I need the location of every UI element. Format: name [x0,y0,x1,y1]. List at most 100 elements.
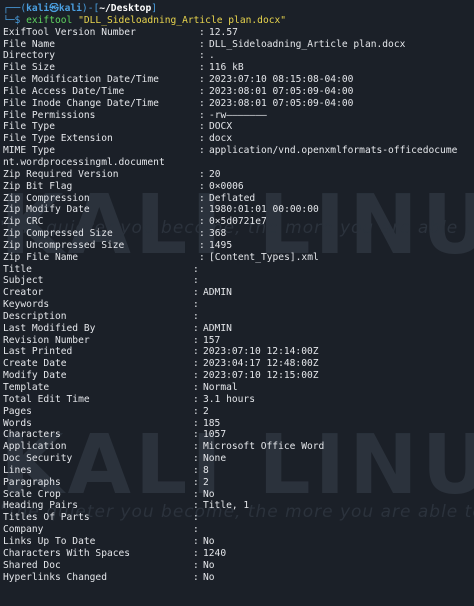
metadata-separator: : [199,97,205,109]
metadata-separator: : [193,571,199,583]
metadata-separator: : [193,559,199,571]
metadata-separator: : [199,38,205,50]
command-name: exiftool [26,14,73,26]
metadata-row: Pages:2 [3,406,474,418]
metadata-key: Pages [3,405,32,417]
metadata-row: Heading Pairs: Title, 1 [3,500,474,512]
metadata-row: Application: Microsoft Office Word [3,441,474,453]
metadata-separator: : [193,322,199,334]
metadata-key: Zip Compression [3,192,90,204]
metadata-key: MIME Type [3,145,55,157]
metadata-key: Characters [3,429,61,441]
metadata-value: 368 [209,228,227,240]
metadata-value: Microsoft Office Word [203,441,325,453]
metadata-separator: : [199,145,205,157]
metadata-row: Template: Normal [3,382,474,394]
metadata-row: Zip File Name: [Content_Types].xml [3,252,474,264]
metadata-row: Words:185 [3,418,474,430]
metadata-key: Company [3,524,44,536]
metadata-row: MIME Type: application/vnd.openxmlformats… [3,145,474,157]
metadata-separator: : [193,393,199,405]
metadata-value: None [203,453,227,465]
metadata-value [203,311,474,323]
terminal-output[interactable]: ┌──(kali㉿kali)-[~/Desktop] └─$ exiftool … [0,0,474,583]
metadata-value: . [209,50,215,62]
metadata-value: Deflated [209,192,256,204]
metadata-separator: : [193,370,199,382]
metadata-separator: : [199,133,205,145]
metadata-row: Last Printed:2023:07:10 12:14:00Z [3,346,474,358]
metadata-separator: : [193,453,199,465]
metadata-row: Shared Doc: No [3,560,474,572]
metadata-row: File Type: DOCX [3,121,474,133]
metadata-key: Hyperlinks Changed [3,571,107,583]
metadata-separator: : [193,547,199,559]
metadata-value: 2023:08:01 07:05:09-04:00 [209,97,354,109]
metadata-separator: : [199,180,205,192]
metadata-value [203,524,474,536]
metadata-separator: : [193,346,199,358]
metadata-row: File Type Extension: docx [3,133,474,145]
metadata-value: 20 [209,168,221,180]
metadata-key: Doc Security [3,453,73,465]
metadata-key: Subject [3,275,44,287]
metadata-separator: : [193,441,199,453]
metadata-row: Links Up To Date: No [3,536,474,548]
metadata-value [203,264,474,276]
metadata-value: DLL_Sideloadning_Article plan.docx [209,38,406,50]
metadata-value: 157 [203,334,221,346]
metadata-value [203,299,474,311]
metadata-key: File Permissions [3,109,96,121]
metadata-separator: : [193,464,199,476]
metadata-key: Revision Number [3,334,90,346]
metadata-key: Zip Uncompressed Size [3,239,125,251]
command-line: └─$ exiftool "DLL_Sideloadning_Article p… [3,14,287,26]
shell-prompt: ┌──(kali㉿kali)-[~/Desktop] [3,3,158,14]
metadata-row: File Modification Date/Time:2023:07:10 0… [3,74,474,86]
metadata-value: 2023:07:10 08:15:08-04:00 [209,74,354,86]
metadata-row: Company: [3,524,474,536]
metadata-key: Create Date [3,358,67,370]
metadata-value: 2023:07:10 12:14:00Z [203,346,319,358]
metadata-key: Heading Pairs [3,500,79,512]
metadata-row: Zip Bit Flag:0×0006 [3,181,474,193]
metadata-separator: : [193,263,199,275]
metadata-separator: : [199,26,205,38]
metadata-key: Title [3,263,32,275]
metadata-row: Keywords: [3,299,474,311]
prompt-path: ~/Desktop [99,3,152,14]
metadata-value: 2023:04:17 12:48:00Z [203,358,319,370]
metadata-key: Zip CRC [3,216,44,228]
metadata-separator: : [193,429,199,441]
metadata-row: File Inode Change Date/Time:2023:08:01 0… [3,98,474,110]
metadata-value: Title, 1 [203,500,250,512]
metadata-key: Application [3,441,67,453]
metadata-value: 12.57 [209,26,238,38]
metadata-row: File Access Date/Time:2023:08:01 07:05:0… [3,86,474,98]
metadata-key: Scale Crop [3,488,61,500]
metadata-separator: : [193,476,199,488]
metadata-row: Scale Crop: No [3,489,474,501]
metadata-value: 3.1 hours [203,393,255,405]
metadata-value: 1980:01:01 00:00:00 [209,204,319,216]
metadata-row: Total Edit Time:3.1 hours [3,394,474,406]
metadata-value: 185 [203,417,221,429]
metadata-separator: : [193,382,199,393]
metadata-row: Creator: ADMIN [3,287,474,299]
metadata-value: 8 [203,464,209,476]
metadata-key: Template [3,382,50,393]
metadata-key: ExifTool Version Number [3,26,136,38]
metadata-value: No [203,488,215,500]
metadata-value: ADMIN [203,322,232,334]
metadata-value: 1240 [203,547,227,559]
zip-metadata-block: Zip Required Version:20 Zip Bit Flag:0×00… [3,169,474,264]
metadata-row: Hyperlinks Changed: No [3,572,474,584]
metadata-row: Description: [3,311,474,323]
metadata-key: Links Up To Date [3,535,96,547]
metadata-value: No [203,571,215,583]
metadata-value: 2023:08:01 07:05:09-04:00 [209,85,354,97]
metadata-key: File Size [3,62,55,74]
prompt-at: ㉿ [49,3,59,14]
metadata-separator: : [199,109,205,121]
metadata-value: No [203,535,215,547]
